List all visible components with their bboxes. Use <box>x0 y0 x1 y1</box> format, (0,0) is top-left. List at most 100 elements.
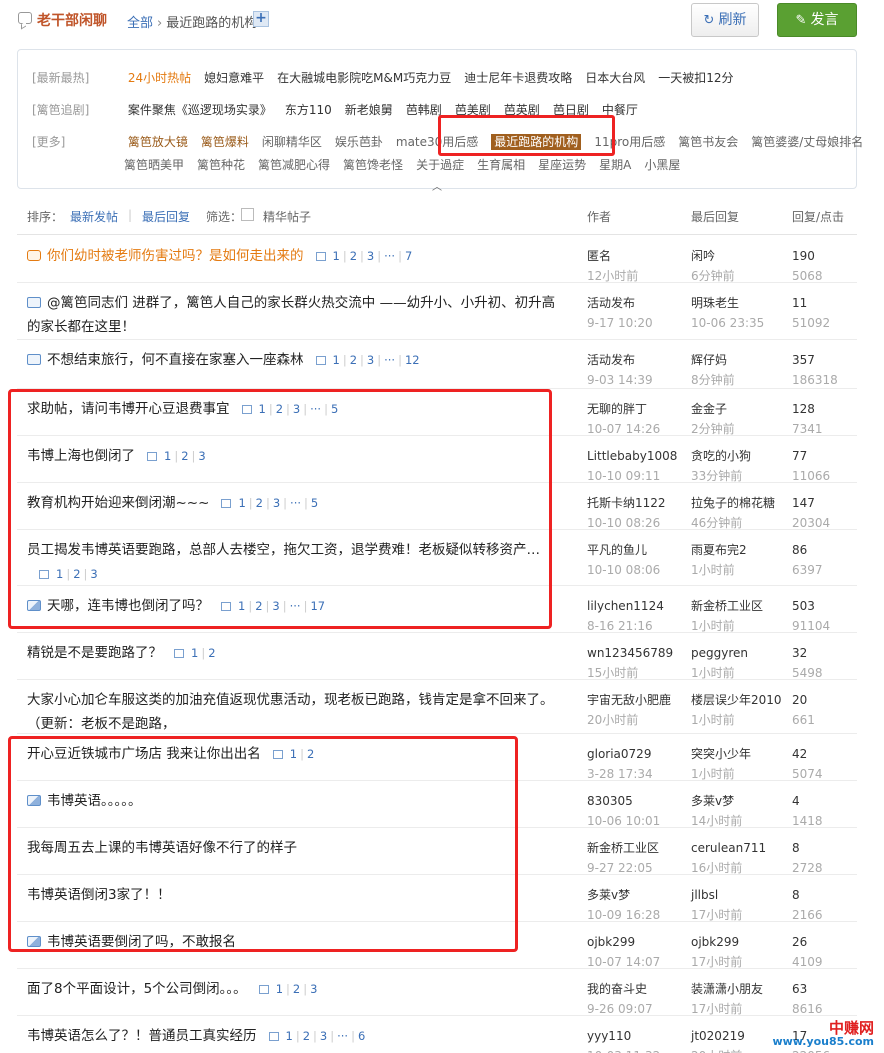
author-name[interactable]: 830305 <box>587 791 660 811</box>
sort-latest-post[interactable]: 最新发帖 <box>70 208 118 225</box>
thread-title-link[interactable]: 精锐是不是要跑路了？ <box>27 645 162 661</box>
page-link[interactable]: 3 <box>367 353 374 367</box>
author-name[interactable]: yyy110 <box>587 1026 660 1046</box>
page-link[interactable]: 1 <box>191 646 198 660</box>
last-reply-user[interactable]: 雨夏布完2 <box>691 540 747 560</box>
last-reply-user[interactable]: 突突小少年 <box>691 744 751 764</box>
thread-title-link[interactable]: @篱笆同志们 进群了，篱笆人自己的家长群火热交流中 ——幼升小、小升初、初升高的… <box>27 295 555 335</box>
refresh-button[interactable]: ↻ 刷新 <box>691 3 759 37</box>
page-link[interactable]: ··· <box>384 353 395 367</box>
tag-item[interactable]: 关于過症 <box>416 158 464 172</box>
last-reply-user[interactable]: 拉兔子的棉花糖 <box>691 493 775 513</box>
tag-item[interactable]: 日本大台风 <box>585 71 645 85</box>
tag-item[interactable]: 篱笆书友会 <box>678 135 738 149</box>
author-name[interactable]: 宇宙无敌小肥鹿 <box>587 690 671 710</box>
breadcrumb-all-link[interactable]: 全部 <box>127 16 153 31</box>
author-time: 20小时前 <box>587 713 639 727</box>
author-name[interactable]: 活动发布 <box>587 293 653 313</box>
tag-item[interactable]: 篱笆婆婆/丈母娘排名 <box>751 135 863 149</box>
author-name[interactable]: lilychen1124 <box>587 596 664 616</box>
page-link[interactable]: 7 <box>405 249 412 263</box>
author-name[interactable]: 托斯卡纳1122 <box>587 493 666 513</box>
page-link[interactable]: 2 <box>208 646 215 660</box>
tag-item[interactable]: 生育属相 <box>477 158 525 172</box>
thread-title-link[interactable]: 你们幼时被老师伤害过吗？是如何走出来的 <box>47 248 304 264</box>
page-link[interactable]: 3 <box>320 1029 327 1043</box>
last-reply-user[interactable]: 新金桥工业区 <box>691 596 763 616</box>
tag-item[interactable]: 篱笆爆料 <box>201 135 249 149</box>
post-button[interactable]: ✎ 发言 <box>777 3 857 37</box>
page-link[interactable]: 1 <box>286 1029 293 1043</box>
tag-item[interactable]: 迪士尼年卡退费攻略 <box>464 71 572 85</box>
page-link[interactable]: 1 <box>333 249 340 263</box>
author-name[interactable]: 我的奋斗史 <box>587 979 653 999</box>
essence-checkbox[interactable] <box>241 208 254 221</box>
last-reply-user[interactable]: 辉仔妈 <box>691 350 735 370</box>
author-name[interactable]: ojbk299 <box>587 932 660 952</box>
tag-item[interactable]: 娱乐芭卦 <box>335 135 383 149</box>
thread-title-link[interactable]: 不想结束旅行，何不直接在家塞入一座森林 <box>47 352 304 368</box>
tag-item[interactable]: 星期A <box>599 158 631 172</box>
page-link[interactable]: 6 <box>358 1029 365 1043</box>
page-link[interactable]: 12 <box>405 353 420 367</box>
page-link[interactable]: 2 <box>350 353 357 367</box>
tag-item[interactable]: 小黑屋 <box>644 158 680 172</box>
tag-item[interactable]: 24小时热帖 <box>128 71 191 85</box>
forum-name[interactable]: 老干部闲聊 <box>37 10 107 30</box>
tag-item[interactable]: 案件聚焦《巡逻现场实录》 <box>128 103 272 117</box>
thread-title-link[interactable]: 面了8个平面设计，5个公司倒闭。。。 <box>27 981 247 997</box>
watermark: 中赚网 www.you85.com <box>772 1021 874 1049</box>
add-tag-button[interactable]: + <box>253 11 269 27</box>
last-reply-user[interactable]: 明珠老生 <box>691 293 764 313</box>
last-reply-user[interactable]: 楼层误少年2010 <box>691 690 782 710</box>
tag-item[interactable]: 一天被扣12分 <box>658 71 733 85</box>
page-link[interactable]: ··· <box>384 249 395 263</box>
author-name[interactable]: 匿名 <box>587 246 638 266</box>
page-link[interactable]: 2 <box>293 982 300 996</box>
last-reply-user[interactable]: 装潇潇小朋友 <box>691 979 763 999</box>
last-reply-user[interactable]: 多莱v梦 <box>691 791 742 811</box>
essence-label[interactable]: 精华帖子 <box>263 208 311 225</box>
page-link[interactable]: 3 <box>310 982 317 996</box>
last-reply-user[interactable]: 金金子 <box>691 399 735 419</box>
page-link[interactable]: 1 <box>276 982 283 996</box>
author-name[interactable]: 无聊的胖丁 <box>587 399 660 419</box>
page-link[interactable]: 2 <box>350 249 357 263</box>
last-reply-user[interactable]: 贪吃的小狗 <box>691 446 751 466</box>
page-link[interactable]: 1 <box>333 353 340 367</box>
tag-item[interactable]: 篱笆馋老怪 <box>343 158 403 172</box>
tag-item[interactable]: 星座运势 <box>538 158 586 172</box>
last-reply-user[interactable]: cerulean711 <box>691 838 766 858</box>
tag-item[interactable]: 闲聊精华区 <box>262 135 322 149</box>
last-reply-user[interactable]: jllbsl <box>691 885 742 905</box>
last-reply-user[interactable]: jt020219 <box>691 1026 745 1046</box>
tag-item[interactable]: 在大融城电影院吃M&M巧克力豆 <box>277 71 451 85</box>
page-link[interactable]: 2 <box>303 1029 310 1043</box>
thread-title-link[interactable]: 韦博英语怎么了？！普通员工真实经历 <box>27 1028 257 1044</box>
page-link[interactable]: 3 <box>367 249 374 263</box>
tag-item[interactable]: 篱笆放大镜 <box>128 135 188 149</box>
last-reply-user[interactable]: ojbk299 <box>691 932 742 952</box>
tag-item[interactable]: 媳妇意难平 <box>204 71 264 85</box>
tag-item[interactable]: 东方110 <box>285 103 332 117</box>
sort-latest-reply[interactable]: 最后回复 <box>142 208 190 225</box>
tag-item[interactable]: 篱笆种花 <box>197 158 245 172</box>
author-name[interactable]: 多莱v梦 <box>587 885 660 905</box>
author-name[interactable]: 平凡的鱼儿 <box>587 540 660 560</box>
collapse-icon[interactable]: ︿ <box>430 178 444 193</box>
author-name[interactable]: gloria0729 <box>587 744 653 764</box>
author-name[interactable]: wn123456789 <box>587 643 673 663</box>
author-name[interactable]: Littlebaby1008 <box>587 446 677 466</box>
tag-item[interactable]: 篱笆减肥心得 <box>258 158 330 172</box>
thread-counts: 11 51092 <box>792 293 830 333</box>
last-reply-user[interactable]: peggyren <box>691 643 748 663</box>
tag-item[interactable]: 新老娘舅 <box>345 103 393 117</box>
author-name[interactable]: 新金桥工业区 <box>587 838 659 858</box>
last-reply-user[interactable]: 闲吟 <box>691 246 735 266</box>
tag-item[interactable]: 芭韩剧 <box>406 103 442 117</box>
page-link[interactable]: ··· <box>337 1029 348 1043</box>
tag-item[interactable]: 篱笆晒美甲 <box>124 158 184 172</box>
reply-count: 11 <box>792 296 808 310</box>
author-name[interactable]: 活动发布 <box>587 350 653 370</box>
thread-title-link[interactable]: 大家小心加仑车服这类的加油充值返现优惠活动，现老板已跑路，钱肯定是拿不回来了。（… <box>27 692 554 732</box>
